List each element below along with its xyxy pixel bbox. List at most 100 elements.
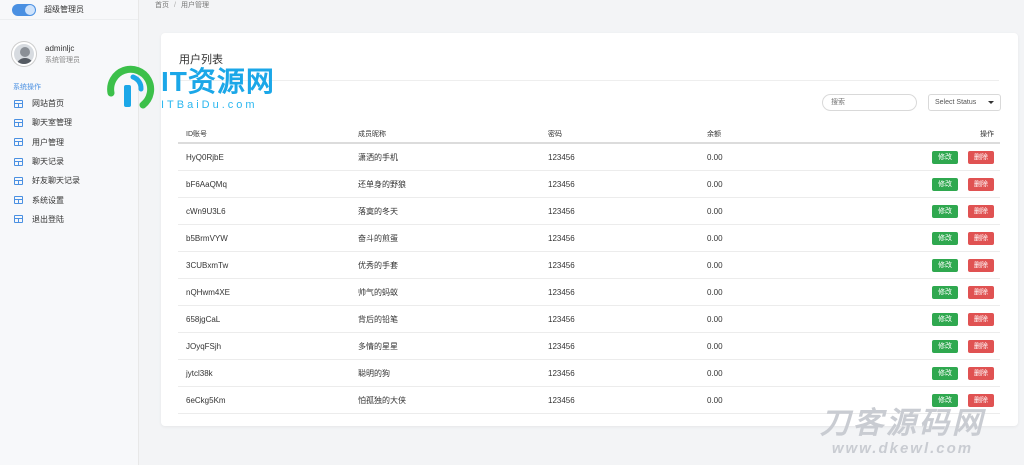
edit-button[interactable]: 修改 xyxy=(932,312,958,326)
cell-balance: 0.00 xyxy=(707,368,723,378)
layout-icon xyxy=(14,176,23,185)
it-watermark: IT资源网 ITBaiDu.com xyxy=(103,63,275,115)
edit-button[interactable]: 修改 xyxy=(932,339,958,353)
delete-button[interactable]: 删除 xyxy=(968,150,994,164)
cell-nickname: 潇洒的手机 xyxy=(358,152,398,162)
sidebar-item-label: 系统设置 xyxy=(32,195,64,205)
cell-id: JOyqFSjh xyxy=(186,341,222,351)
table-row: bF6AaQMq 还单身的野狼 123456 0.00 修改 删除 xyxy=(178,171,1000,198)
delete-button[interactable]: 删除 xyxy=(968,204,994,218)
cell-actions: 修改 删除 xyxy=(867,150,1000,164)
cell-actions: 修改 删除 xyxy=(867,339,1000,353)
column-header-password: 密码 xyxy=(548,130,562,138)
cell-actions: 修改 删除 xyxy=(867,312,1000,326)
cell-balance: 0.00 xyxy=(707,314,723,324)
table-row: cWn9U3L6 落寞的冬天 123456 0.00 修改 删除 xyxy=(178,198,1000,225)
user-table: ID账号 成员昵称 密码 余额 操作 HyQ0RjbE 潇洒的手机 123456 0.… xyxy=(178,125,1000,414)
delete-button[interactable]: 删除 xyxy=(968,231,994,245)
cell-password: 123456 xyxy=(548,233,575,243)
cell-id: b5BrmVYW xyxy=(186,233,228,243)
edit-button[interactable]: 修改 xyxy=(932,285,958,299)
cell-id: jytcl38k xyxy=(186,368,213,378)
column-header-nickname: 成员昵称 xyxy=(358,130,386,138)
cell-id: 6eCkg5Km xyxy=(186,395,226,405)
cell-password: 123456 xyxy=(548,260,575,270)
caret-down-icon xyxy=(988,101,994,104)
sidebar-toggle-icon[interactable] xyxy=(12,3,36,16)
sidebar-item-chatroom[interactable]: 聊天室管理 xyxy=(0,113,138,132)
column-header-balance: 余额 xyxy=(707,130,721,138)
table-row: 3CUBxmTw 优秀的手套 123456 0.00 修改 删除 xyxy=(178,252,1000,279)
edit-button[interactable]: 修改 xyxy=(932,177,958,191)
delete-button[interactable]: 删除 xyxy=(968,366,994,380)
cell-actions: 修改 删除 xyxy=(867,231,1000,245)
it-logo-icon xyxy=(107,65,155,109)
delete-button[interactable]: 删除 xyxy=(968,285,994,299)
edit-button[interactable]: 修改 xyxy=(932,393,958,407)
layout-icon xyxy=(14,157,23,166)
table-row: jytcl38k 聪明的狗 123456 0.00 修改 删除 xyxy=(178,360,1000,387)
sidebar-item-label: 聊天记录 xyxy=(32,157,64,167)
delete-button[interactable]: 删除 xyxy=(968,177,994,191)
cell-balance: 0.00 xyxy=(707,206,723,216)
delete-button[interactable]: 删除 xyxy=(968,339,994,353)
breadcrumb-current: 用户管理 xyxy=(180,2,209,9)
cell-id: nQHwm4XE xyxy=(186,287,231,297)
cell-password: 123456 xyxy=(548,314,575,324)
cell-nickname: 背后的铅笔 xyxy=(358,314,398,324)
sidebar-item-friend-chat-records[interactable]: 好友聊天记录 xyxy=(0,171,138,190)
edit-button[interactable]: 修改 xyxy=(932,258,958,272)
breadcrumb-home[interactable]: 首页 xyxy=(155,0,169,10)
delete-button[interactable]: 删除 xyxy=(968,312,994,326)
sidebar-brand: 超级管理员 xyxy=(0,0,138,20)
cell-balance: 0.00 xyxy=(707,395,723,405)
cell-password: 123456 xyxy=(548,368,575,378)
sidebar-item-label: 用户管理 xyxy=(32,137,64,147)
delete-button[interactable]: 删除 xyxy=(968,393,994,407)
it-watermark-domain: ITBaiDu.com xyxy=(161,99,258,111)
sidebar-item-logout[interactable]: 退出登陆 xyxy=(0,210,138,229)
sidebar-item-chat-records[interactable]: 聊天记录 xyxy=(0,152,138,171)
table-row: nQHwm4XE 帅气的蚂蚁 123456 0.00 修改 删除 xyxy=(178,279,1000,306)
edit-button[interactable]: 修改 xyxy=(932,150,958,164)
layout-icon xyxy=(14,118,23,127)
cell-password: 123456 xyxy=(548,179,575,189)
avatar[interactable] xyxy=(12,42,36,66)
cell-actions: 修改 删除 xyxy=(867,204,1000,218)
breadcrumb-separator: / xyxy=(174,1,176,9)
status-select[interactable]: Select Status xyxy=(928,94,1001,111)
user-name: adminljc xyxy=(45,43,75,53)
table-row: b5BrmVYW 奋斗的煎蛋 123456 0.00 修改 删除 xyxy=(178,225,1000,252)
delete-button[interactable]: 删除 xyxy=(968,258,994,272)
cell-nickname: 还单身的野狼 xyxy=(358,179,406,189)
cell-password: 123456 xyxy=(548,206,575,216)
sidebar-item-users[interactable]: 用户管理 xyxy=(0,133,138,152)
edit-button[interactable]: 修改 xyxy=(932,366,958,380)
status-select-value: Select Status xyxy=(935,99,977,106)
layout-icon xyxy=(14,215,23,224)
table-row: HyQ0RjbE 潇洒的手机 123456 0.00 修改 删除 xyxy=(178,144,1000,171)
cell-id: bF6AaQMq xyxy=(186,179,227,189)
cell-nickname: 多情的星星 xyxy=(358,341,398,351)
table-row: JOyqFSjh 多情的星星 123456 0.00 修改 删除 xyxy=(178,333,1000,360)
edit-button[interactable]: 修改 xyxy=(932,204,958,218)
sidebar-item-label: 退出登陆 xyxy=(32,214,64,224)
cell-actions: 修改 删除 xyxy=(867,285,1000,299)
search-input[interactable] xyxy=(822,94,917,111)
cell-id: cWn9U3L6 xyxy=(186,206,226,216)
layout-icon xyxy=(14,196,23,205)
sidebar-item-label: 好友聊天记录 xyxy=(32,176,80,186)
table-row: 658jgCaL 背后的铅笔 123456 0.00 修改 删除 xyxy=(178,306,1000,333)
edit-button[interactable]: 修改 xyxy=(932,231,958,245)
cell-actions: 修改 删除 xyxy=(867,393,1000,407)
dk-watermark: 刀客源码网 www.dkewl.com xyxy=(820,408,985,458)
cell-actions: 修改 删除 xyxy=(867,258,1000,272)
cell-actions: 修改 删除 xyxy=(867,366,1000,380)
cell-balance: 0.00 xyxy=(707,179,723,189)
cell-password: 123456 xyxy=(548,152,575,162)
cell-password: 123456 xyxy=(548,395,575,405)
cell-nickname: 怕孤独的大侠 xyxy=(358,395,406,405)
sidebar-item-settings[interactable]: 系统设置 xyxy=(0,190,138,209)
cell-balance: 0.00 xyxy=(707,260,723,270)
sidebar-item-label: 网站首页 xyxy=(32,99,64,109)
